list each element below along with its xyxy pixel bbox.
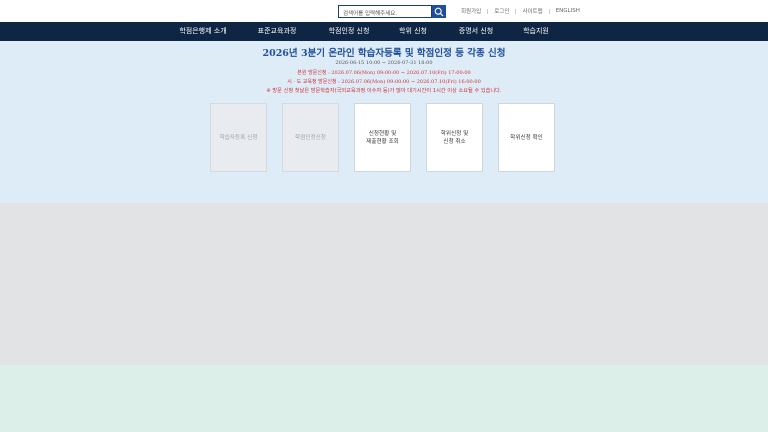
nav-item-about[interactable]: 학점은행제 소개 bbox=[179, 22, 226, 41]
top-bar: 검색어를 입력해주세요. 회원가입 로그인 사이트맵 ENGLISH bbox=[0, 0, 768, 22]
nav-item-curriculum[interactable]: 표준교육과정 bbox=[258, 22, 297, 41]
application-section: 2026년 3분기 온라인 학습자등록 및 학점인정 등 각종 신청 2026-… bbox=[0, 41, 768, 203]
card-label: 신청현황 및 제출현황 조회 bbox=[366, 130, 399, 145]
card-label: 학위신청 및 신청 취소 bbox=[440, 130, 469, 145]
degree-confirmation-card[interactable]: 학위신청 확인 bbox=[498, 103, 555, 172]
application-period: 2026-06-15 10:00 ~ 2026-07-31 18:00 bbox=[335, 60, 433, 66]
footer-section bbox=[0, 365, 768, 432]
credit-recognition-card[interactable]: 학점인정신청 bbox=[282, 103, 339, 172]
nav-item-certificate[interactable]: 증명서 신청 bbox=[459, 22, 493, 41]
visit-hq-schedule: 본원 방문신청 : 2026.07.06(Mon) 09:00:00 ~ 202… bbox=[297, 70, 471, 76]
page-title: 2026년 3분기 온라인 학습자등록 및 학점인정 등 각종 신청 bbox=[262, 48, 506, 59]
login-link[interactable]: 로그인 bbox=[488, 7, 515, 15]
search-icon bbox=[434, 7, 444, 16]
search-input[interactable]: 검색어를 입력해주세요. bbox=[338, 5, 432, 18]
degree-application-card[interactable]: 학위신청 및 신청 취소 bbox=[426, 103, 483, 172]
card-label: 학위신청 확인 bbox=[510, 134, 543, 141]
gray-section bbox=[0, 203, 768, 365]
card-label: 학습자등록 신청 bbox=[219, 134, 258, 141]
wait-time-warning: ※ 방문 신청 첫날은 방문학습자(국외교육과정 이수자 등)가 많아 대기시간… bbox=[266, 88, 502, 94]
card-label: 학점인정신청 bbox=[295, 134, 326, 141]
search-button[interactable] bbox=[432, 5, 446, 18]
nav-item-degree[interactable]: 학위 신청 bbox=[399, 22, 427, 41]
main-nav: 학점은행제 소개 표준교육과정 학점인정 신청 학위 신청 증명서 신청 학습지… bbox=[0, 22, 768, 41]
signup-link[interactable]: 회원가입 bbox=[455, 7, 487, 15]
sitemap-link[interactable]: 사이트맵 bbox=[516, 7, 548, 15]
learner-registration-card[interactable]: 학습자등록 신청 bbox=[210, 103, 267, 172]
english-link[interactable]: ENGLISH bbox=[550, 8, 586, 14]
utility-links: 회원가입 로그인 사이트맵 ENGLISH bbox=[455, 6, 586, 16]
nav-item-credit-recognition[interactable]: 학점인정 신청 bbox=[329, 22, 370, 41]
visit-local-schedule: 시 · 도 교육청 방문신청 : 2026.07.06(Mon) 09:00:0… bbox=[287, 79, 481, 85]
nav-item-learning-support[interactable]: 학습지원 bbox=[523, 22, 549, 41]
status-inquiry-card[interactable]: 신청현황 및 제출현황 조회 bbox=[354, 103, 411, 172]
